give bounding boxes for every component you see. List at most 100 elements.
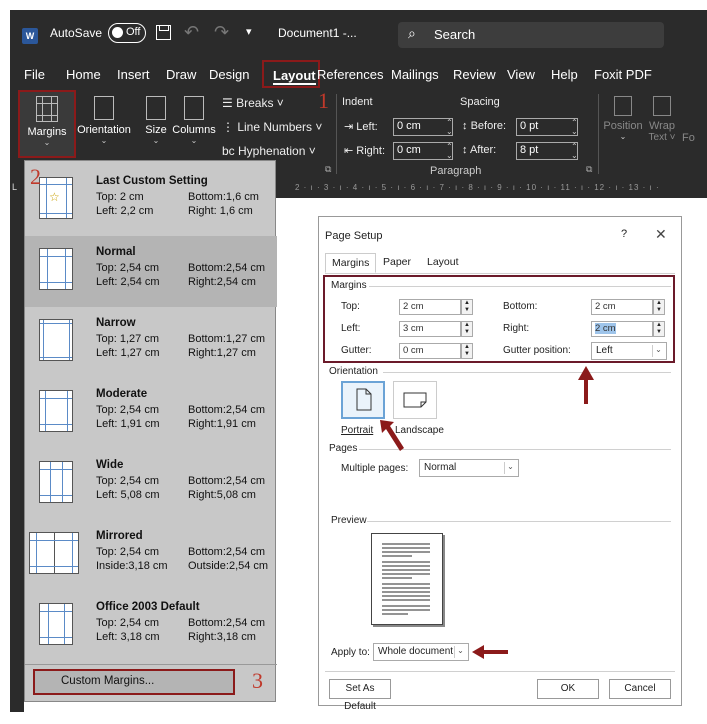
wrap-text-button[interactable]: Wrap Text ˅ <box>644 92 680 162</box>
option-left: Left: 2,54 cm <box>96 276 160 288</box>
hyphenation-icon: bc <box>222 144 239 158</box>
menu-home[interactable]: Home <box>66 67 101 82</box>
margins-option-wide[interactable]: Wide Top: 2,54 cm Bottom:2,54 cm Left: 5… <box>25 449 277 520</box>
gutter-position-select[interactable]: Left ⌄ <box>591 342 667 360</box>
margins-option-mirrored[interactable]: Mirrored Top: 2,54 cm Bottom:2,54 cm Ins… <box>25 520 277 591</box>
cancel-button[interactable]: Cancel <box>609 679 671 699</box>
margins-dropdown: ☆ Last Custom Setting Top: 2 cm Bottom:1… <box>24 160 277 702</box>
margins-option-last-custom[interactable]: ☆ Last Custom Setting Top: 2 cm Bottom:1… <box>25 165 277 236</box>
tab-layout[interactable]: Layout <box>421 253 465 273</box>
gutter-position-label: Gutter position: <box>503 345 571 356</box>
columns-button[interactable]: Columns ⌄ <box>172 92 216 162</box>
spacing-after-field[interactable]: 8 pt <box>516 142 578 160</box>
option-top: Top: 2,54 cm <box>96 404 159 416</box>
menu-foxit-pdf[interactable]: Foxit PDF <box>594 67 652 82</box>
indent-right-field[interactable]: 0 cm <box>393 142 453 160</box>
gutter-field[interactable]: 0 cm <box>399 343 461 359</box>
bring-forward-partial-label[interactable]: Fo <box>682 132 695 144</box>
size-label: Size <box>145 124 167 136</box>
paragraph-launcher-icon[interactable]: ⧉ <box>586 164 592 175</box>
redo-icon[interactable]: ↷ <box>214 22 229 43</box>
indent-left-field[interactable]: 0 cm <box>393 118 453 136</box>
left-field[interactable]: 3 cm <box>399 321 461 337</box>
spacing-after-spinner[interactable]: ⌃ ⌄ <box>571 142 578 160</box>
portrait-button[interactable] <box>341 381 385 419</box>
orientation-button[interactable]: Orientation ⌄ <box>74 92 134 162</box>
menu-file[interactable]: File <box>24 67 45 82</box>
page-preview <box>371 533 443 625</box>
indent-label: Indent <box>342 96 373 108</box>
columns-icon <box>184 96 204 120</box>
menu-draw[interactable]: Draw <box>166 67 196 82</box>
right-field[interactable]: 2 cm <box>591 321 653 337</box>
landscape-button[interactable] <box>393 381 437 419</box>
margins-option-narrow[interactable]: Narrow Top: 1,27 cm Bottom:1,27 cm Left:… <box>25 307 277 378</box>
bottom-field[interactable]: 2 cm <box>591 299 653 315</box>
custom-margins-label: Custom Margins... <box>61 675 155 687</box>
menu-review[interactable]: Review <box>453 67 496 82</box>
page-setup-launcher-icon[interactable]: ⧉ <box>325 164 331 175</box>
close-icon[interactable]: ✕ <box>655 226 667 243</box>
margins-label: Margins <box>27 126 67 138</box>
hyphenation-button[interactable]: bc Hyphenation ˅ <box>222 144 316 158</box>
multiple-pages-label: Multiple pages: <box>341 463 409 474</box>
menu-design[interactable]: Design <box>209 67 249 82</box>
margins-icon <box>36 96 58 122</box>
option-title: Mirrored <box>96 530 143 542</box>
footer-divider <box>325 671 675 672</box>
indent-left-icon: ⇥ <box>344 121 357 133</box>
breaks-button[interactable]: ☰ Breaks ˅ <box>222 96 284 110</box>
chevron-down-icon: ˅ <box>669 132 676 143</box>
menu-references[interactable]: References <box>317 67 383 82</box>
undo-icon[interactable]: ↶ <box>184 22 199 43</box>
menu-help[interactable]: Help <box>551 67 578 82</box>
menu-insert[interactable]: Insert <box>117 67 150 82</box>
multiple-pages-select[interactable]: Normal ⌄ <box>419 459 519 477</box>
menu-layout[interactable]: Layout <box>262 60 320 88</box>
right-spinner[interactable]: ▲ ▼ <box>653 321 665 337</box>
left-spinner[interactable]: ▲ ▼ <box>461 321 473 337</box>
spacing-before-label: ↕ Before: <box>462 120 506 132</box>
top-field[interactable]: 2 cm <box>399 299 461 315</box>
narrow-thumbnail <box>39 319 73 361</box>
position-button[interactable]: Position ⌄ <box>600 92 646 162</box>
title-bar: W AutoSave Off ↶ ↷ ▾ Document1 -... ⌕ Se… <box>10 10 707 60</box>
margins-button[interactable]: Margins ⌄ <box>18 90 76 158</box>
option-title: Narrow <box>96 317 136 329</box>
margins-option-normal[interactable]: Normal Top: 2,54 cm Bottom:2,54 cm Left:… <box>25 236 277 307</box>
quick-access-dropdown[interactable]: ▾ <box>246 25 252 38</box>
top-spinner[interactable]: ▲ ▼ <box>461 299 473 315</box>
search-icon: ⌕ <box>408 25 416 41</box>
indent-left-spinner[interactable]: ⌃ ⌄ <box>446 118 453 136</box>
ok-button[interactable]: OK <box>537 679 599 699</box>
indent-right-label: ⇤ Right: <box>344 144 385 157</box>
menu-view[interactable]: View <box>507 67 535 82</box>
apply-to-select[interactable]: Whole document ⌄ <box>373 643 469 661</box>
option-bottom: Bottom:2,54 cm <box>188 262 266 274</box>
set-as-default-button[interactable]: Set As Default <box>329 679 391 712</box>
size-button[interactable]: Size ⌄ <box>136 92 176 162</box>
tab-margins[interactable]: Margins <box>325 253 377 273</box>
tab-stop-icon[interactable]: L <box>12 182 17 192</box>
margins-option-office-2003[interactable]: Office 2003 Default Top: 2,54 cm Bottom:… <box>25 591 277 662</box>
spacing-before-field[interactable]: 0 pt <box>516 118 578 136</box>
portrait-label: Portrait <box>341 425 374 436</box>
autosave-toggle[interactable]: Off <box>108 23 146 43</box>
section-divider <box>369 286 671 287</box>
indent-right-spinner[interactable]: ⌃ ⌄ <box>446 142 453 160</box>
option-top: Top: 2,54 cm <box>96 617 159 629</box>
save-icon[interactable] <box>156 25 171 40</box>
menu-mailings[interactable]: Mailings <box>391 67 439 82</box>
tab-paper[interactable]: Paper <box>377 253 417 273</box>
custom-margins-button[interactable]: Custom Margins... <box>33 669 235 695</box>
search-box[interactable]: ⌕ Search <box>398 22 664 48</box>
spacing-before-spinner[interactable]: ⌃ ⌄ <box>571 118 578 136</box>
bottom-spinner[interactable]: ▲ ▼ <box>653 299 665 315</box>
line-numbers-button[interactable]: ⋮ Line Numbers ˅ <box>222 120 322 134</box>
margins-option-moderate[interactable]: Moderate Top: 2,54 cm Bottom:2,54 cm Lef… <box>25 378 277 449</box>
option-top: Top: 2,54 cm <box>96 262 159 274</box>
spacing-after-label: ↕ After: <box>462 144 496 156</box>
help-icon[interactable]: ? <box>621 228 627 240</box>
gutter-spinner[interactable]: ▲ ▼ <box>461 343 473 359</box>
up-arrow-annotation-icon <box>578 366 594 404</box>
